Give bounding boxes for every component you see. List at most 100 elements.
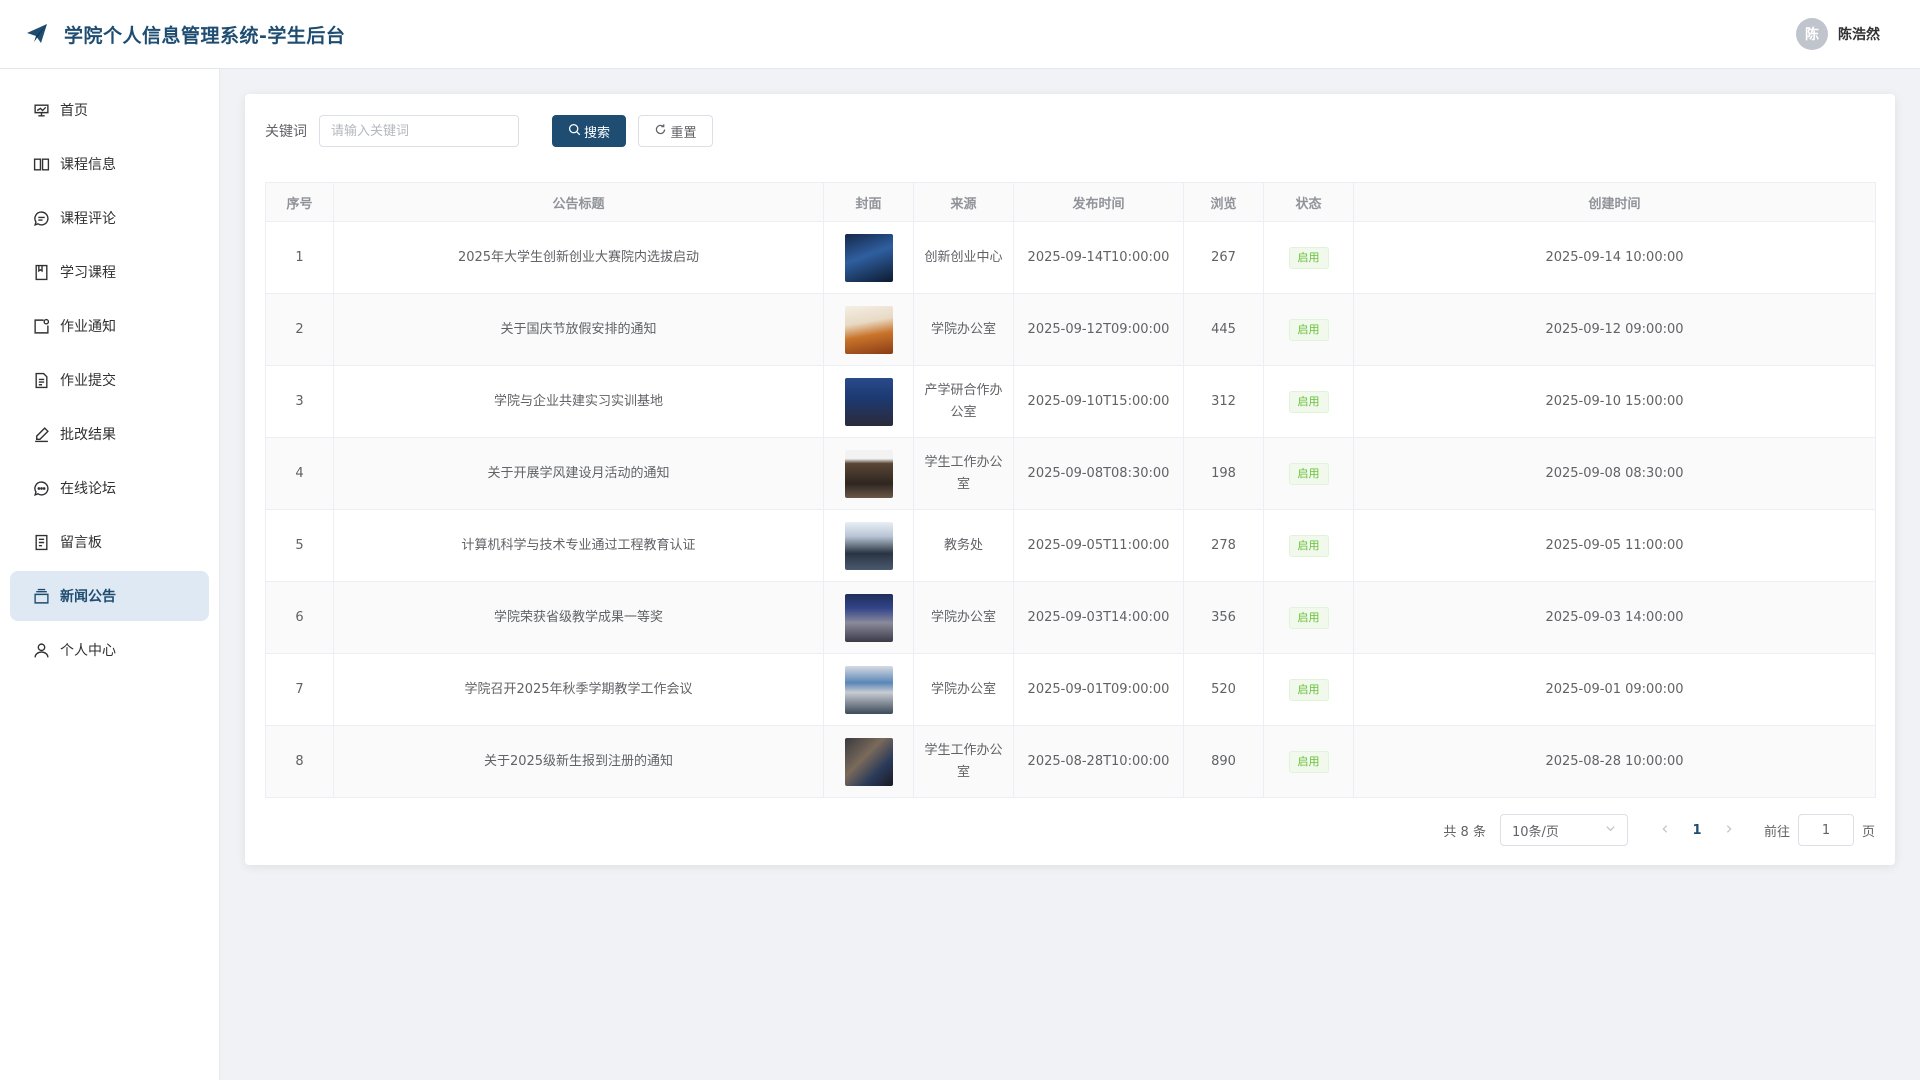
user-name[interactable]: 陈浩然 bbox=[1838, 24, 1880, 44]
table-row[interactable]: 4 关于开展学风建设月活动的通知 学生工作办公室 2025-09-08T08:3… bbox=[265, 437, 1876, 510]
status-badge: 启用 bbox=[1288, 318, 1329, 341]
col-header-status: 状态 bbox=[1263, 182, 1354, 222]
status-badge: 启用 bbox=[1288, 462, 1329, 485]
cell-cover bbox=[823, 653, 914, 726]
cell-views: 520 bbox=[1183, 653, 1264, 726]
cell-created-time: 2025-09-08 08:30:00 bbox=[1353, 437, 1876, 510]
sidebar: 首页 课程信息 课程评论 学习课程 作业通知 作业提交 批改结果 在线论坛 留言… bbox=[0, 69, 220, 1080]
cover-thumbnail[interactable] bbox=[844, 305, 893, 354]
cover-thumbnail[interactable] bbox=[844, 737, 893, 786]
sidebar-item-course-info[interactable]: 课程信息 bbox=[10, 139, 209, 189]
cell-status: 启用 bbox=[1263, 509, 1354, 582]
keyword-input[interactable] bbox=[319, 115, 519, 147]
prev-page-button[interactable] bbox=[1650, 815, 1680, 845]
cell-created-time: 2025-09-01 09:00:00 bbox=[1353, 653, 1876, 726]
app-title: 学院个人信息管理系统-学生后台 bbox=[64, 24, 346, 47]
cover-thumbnail[interactable] bbox=[844, 665, 893, 714]
cell-publish-time: 2025-09-08T08:30:00 bbox=[1013, 437, 1184, 510]
cell-source: 学院办公室 bbox=[913, 653, 1014, 726]
chevron-right-icon bbox=[1724, 823, 1734, 838]
cell-source: 教务处 bbox=[913, 509, 1014, 582]
box-icon bbox=[32, 587, 50, 605]
col-header-cover: 封面 bbox=[823, 182, 914, 222]
search-button-label: 搜索 bbox=[583, 125, 610, 141]
cover-thumbnail[interactable] bbox=[844, 377, 893, 426]
cell-title: 2025年大学生创新创业大赛院内选拔启动 bbox=[333, 221, 824, 294]
cell-status: 启用 bbox=[1263, 653, 1354, 726]
cell-publish-time: 2025-09-14T10:00:00 bbox=[1013, 221, 1184, 294]
table-row[interactable]: 5 计算机科学与技术专业通过工程教育认证 教务处 2025-09-05T11:0… bbox=[265, 509, 1876, 582]
page-number-button[interactable]: 1 bbox=[1682, 815, 1712, 845]
next-page-button[interactable] bbox=[1714, 815, 1744, 845]
sidebar-item-label: 作业提交 bbox=[60, 373, 116, 389]
sidebar-item-label: 学习课程 bbox=[60, 265, 116, 281]
table-row[interactable]: 8 关于2025级新生报到注册的通知 学生工作办公室 2025-08-28T10… bbox=[265, 725, 1876, 798]
cell-title: 关于开展学风建设月活动的通知 bbox=[333, 437, 824, 510]
col-header-created-time: 创建时间 bbox=[1353, 182, 1876, 222]
cell-index: 1 bbox=[265, 221, 334, 294]
cell-index: 8 bbox=[265, 725, 334, 798]
cell-cover bbox=[823, 509, 914, 582]
cell-title: 关于国庆节放假安排的通知 bbox=[333, 293, 824, 366]
sidebar-item-homework-submit[interactable]: 作业提交 bbox=[10, 355, 209, 405]
paper-plane-icon bbox=[24, 21, 50, 47]
cell-publish-time: 2025-09-03T14:00:00 bbox=[1013, 581, 1184, 654]
cell-views: 445 bbox=[1183, 293, 1264, 366]
sidebar-item-label: 个人中心 bbox=[60, 643, 116, 659]
cell-publish-time: 2025-08-28T10:00:00 bbox=[1013, 725, 1184, 798]
sidebar-item-home[interactable]: 首页 bbox=[10, 85, 209, 135]
sidebar-item-message-board[interactable]: 留言板 bbox=[10, 517, 209, 567]
cover-thumbnail[interactable] bbox=[844, 593, 893, 642]
cell-source: 学院办公室 bbox=[913, 293, 1014, 366]
cell-index: 6 bbox=[265, 581, 334, 654]
cell-created-time: 2025-09-05 11:00:00 bbox=[1353, 509, 1876, 582]
cell-title: 关于2025级新生报到注册的通知 bbox=[333, 725, 824, 798]
goto-page-input[interactable] bbox=[1797, 814, 1854, 846]
search-bar: 关键词 搜索 重置 bbox=[265, 114, 1875, 148]
chat-dots-icon bbox=[32, 479, 50, 497]
cell-index: 2 bbox=[265, 293, 334, 366]
search-button[interactable]: 搜索 bbox=[552, 115, 626, 147]
cover-thumbnail[interactable] bbox=[844, 449, 893, 498]
cell-views: 890 bbox=[1183, 725, 1264, 798]
col-header-index: 序号 bbox=[265, 182, 334, 222]
cell-publish-time: 2025-09-01T09:00:00 bbox=[1013, 653, 1184, 726]
table-row[interactable]: 6 学院荣获省级教学成果一等奖 学院办公室 2025-09-03T14:00:0… bbox=[265, 581, 1876, 654]
cell-views: 198 bbox=[1183, 437, 1264, 510]
status-badge: 启用 bbox=[1288, 678, 1329, 701]
pagination: 共 8 条 10条/页 1 前往 页 bbox=[1443, 814, 1875, 846]
cell-source: 学生工作办公室 bbox=[913, 437, 1014, 510]
cover-thumbnail[interactable] bbox=[844, 233, 893, 282]
table-header-row: 序号 公告标题 封面 来源 发布时间 浏览 状态 创建时间 bbox=[265, 182, 1876, 222]
sidebar-item-personal-center[interactable]: 个人中心 bbox=[10, 625, 209, 675]
cell-source: 学院办公室 bbox=[913, 581, 1014, 654]
cell-source: 学生工作办公室 bbox=[913, 725, 1014, 798]
reset-button[interactable]: 重置 bbox=[638, 115, 713, 147]
page-suffix-label: 页 bbox=[1861, 824, 1875, 840]
news-notice-panel: 关键词 搜索 重置 序号 公告标题 封面 来源 发布时间 浏览 状态 创建时间 bbox=[245, 94, 1895, 865]
sidebar-item-news-notice[interactable]: 新闻公告 bbox=[10, 571, 209, 621]
cell-cover bbox=[823, 221, 914, 294]
table-row[interactable]: 2 关于国庆节放假安排的通知 学院办公室 2025-09-12T09:00:00… bbox=[265, 293, 1876, 366]
sidebar-item-online-forum[interactable]: 在线论坛 bbox=[10, 463, 209, 513]
cell-status: 启用 bbox=[1263, 437, 1354, 510]
sidebar-item-label: 课程信息 bbox=[60, 157, 116, 173]
cell-cover bbox=[823, 581, 914, 654]
table-row[interactable]: 1 2025年大学生创新创业大赛院内选拔启动 创新创业中心 2025-09-14… bbox=[265, 221, 1876, 294]
sidebar-item-study-course[interactable]: 学习课程 bbox=[10, 247, 209, 297]
cover-thumbnail[interactable] bbox=[844, 521, 893, 570]
table-row[interactable]: 7 学院召开2025年秋季学期教学工作会议 学院办公室 2025-09-01T0… bbox=[265, 653, 1876, 726]
sidebar-item-label: 在线论坛 bbox=[60, 481, 116, 497]
user-menu[interactable]: 陈 陈浩然 bbox=[1796, 18, 1880, 50]
status-badge: 启用 bbox=[1288, 246, 1329, 269]
top-header: 学院个人信息管理系统-学生后台 陈 陈浩然 bbox=[0, 0, 1920, 69]
sidebar-item-homework-notice[interactable]: 作业通知 bbox=[10, 301, 209, 351]
cell-created-time: 2025-09-14 10:00:00 bbox=[1353, 221, 1876, 294]
table-row[interactable]: 3 学院与企业共建实习实训基地 产学研合作办公室 2025-09-10T15:0… bbox=[265, 365, 1876, 438]
cell-cover bbox=[823, 365, 914, 438]
sidebar-item-course-comment[interactable]: 课程评论 bbox=[10, 193, 209, 243]
goto-label: 前往 bbox=[1763, 824, 1790, 840]
avatar[interactable]: 陈 bbox=[1796, 18, 1828, 50]
page-size-select[interactable]: 10条/页 bbox=[1499, 814, 1628, 846]
sidebar-item-grading-result[interactable]: 批改结果 bbox=[10, 409, 209, 459]
